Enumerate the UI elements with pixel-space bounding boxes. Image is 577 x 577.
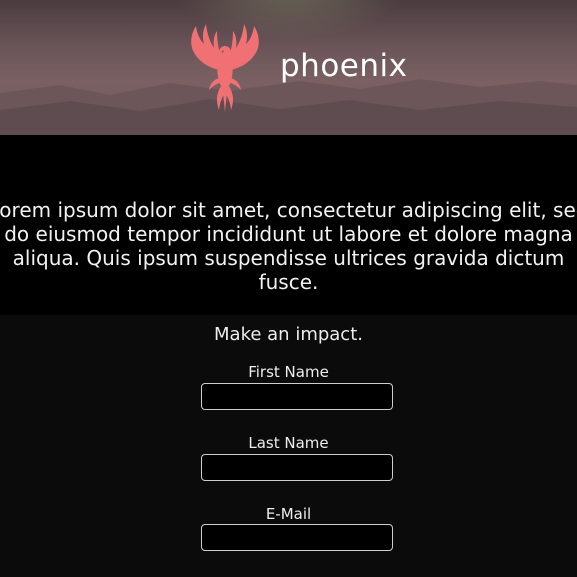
email-input[interactable] xyxy=(201,524,393,551)
header-banner: phoenix xyxy=(0,0,577,135)
first-name-input[interactable] xyxy=(201,383,393,410)
signup-form: Make an impact. First Name Last Name E-M… xyxy=(0,315,577,577)
hero-section: Lorem ipsum dolor sit amet, consectetur … xyxy=(0,135,577,315)
hero-text: Lorem ipsum dolor sit amet, consectetur … xyxy=(0,198,577,294)
first-name-label: First Name xyxy=(248,363,329,381)
form-tagline: Make an impact. xyxy=(214,324,363,345)
last-name-label: Last Name xyxy=(248,434,329,452)
last-name-input[interactable] xyxy=(201,454,393,481)
brand-name: phoenix xyxy=(280,48,408,84)
email-label: E-Mail xyxy=(265,505,312,523)
logo[interactable] xyxy=(186,22,264,112)
phoenix-icon xyxy=(191,24,259,112)
